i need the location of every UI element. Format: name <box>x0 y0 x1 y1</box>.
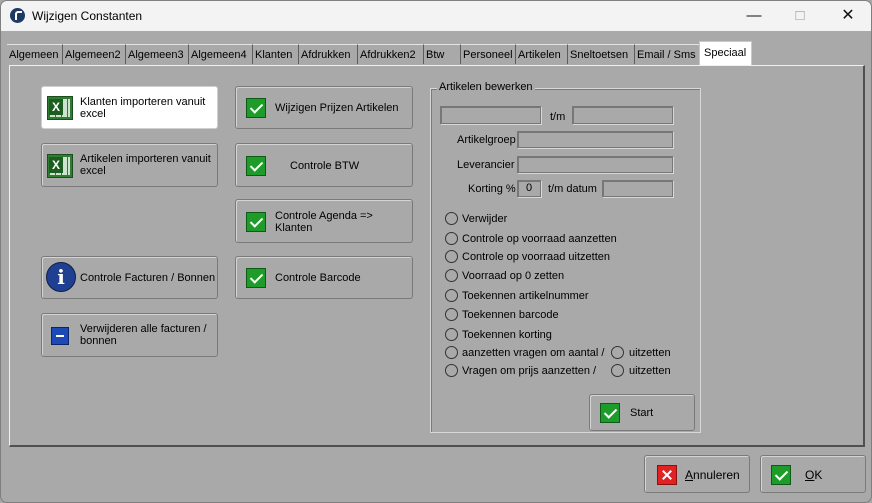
start-button[interactable]: Start <box>589 394 695 431</box>
minus-icon <box>51 327 69 345</box>
range-label: t/m <box>550 111 566 123</box>
tab-btw[interactable]: Btw <box>424 44 461 64</box>
radio-ask-price-on[interactable] <box>445 364 458 377</box>
radio-assign-discount-label: Toekennen korting <box>462 329 552 341</box>
radio-ask-quantity-on[interactable] <box>445 346 458 359</box>
check-barcode-label: Controle Barcode <box>275 272 361 284</box>
radio-verwijder-label: Verwijder <box>462 213 508 225</box>
tab-sneltoetsen[interactable]: Sneltoetsen <box>568 44 635 64</box>
check-invoices-button[interactable]: i Controle Facturen / Bonnen <box>41 256 218 299</box>
radio-assign-article-number-label: Toekennen artikelnummer <box>462 290 589 302</box>
minimize-button[interactable]: — <box>731 1 777 31</box>
tab-speciaal[interactable]: Speciaal <box>699 41 752 66</box>
tab-algemeen3[interactable]: Algemeen3 <box>126 44 189 64</box>
tab-algemeen4[interactable]: Algemeen4 <box>189 44 253 64</box>
check-icon <box>246 268 266 288</box>
check-icon <box>600 403 620 423</box>
tab-personeel[interactable]: Personeel <box>461 44 516 64</box>
radio-ask-quantity-off[interactable] <box>611 346 624 359</box>
radio-stock-zero[interactable] <box>445 269 458 282</box>
tab-afdrukken[interactable]: Afdrukken <box>299 44 358 64</box>
delete-invoices-label: Verwijderen alle facturen / bonnen <box>80 323 207 347</box>
ok-label-rest: K <box>814 468 823 482</box>
article-group-label: Artikelgroep <box>457 134 516 146</box>
radio-stock-check-on[interactable] <box>445 232 458 245</box>
import-customers-button[interactable]: Klanten importeren vanuit excel <box>41 86 218 129</box>
check-barcode-button[interactable]: Controle Barcode <box>235 256 413 299</box>
articles-group-title: Artikelen bewerken <box>437 81 535 93</box>
discount-label: Korting % <box>468 183 516 195</box>
check-icon <box>246 156 266 176</box>
excel-icon <box>47 96 73 120</box>
delete-invoices-button[interactable]: Verwijderen alle facturen / bonnen <box>41 313 218 357</box>
radio-assign-article-number[interactable] <box>445 289 458 302</box>
radio-assign-barcode-label: Toekennen barcode <box>462 309 559 321</box>
radio-assign-discount[interactable] <box>445 328 458 341</box>
tab-afdrukken2[interactable]: Afdrukken2 <box>358 44 424 64</box>
dialog-window: Wijzigen Constanten — □ ✕ Algemeen Algem… <box>0 0 872 503</box>
maximize-button[interactable]: □ <box>777 1 823 31</box>
check-invoices-label: Controle Facturen / Bonnen <box>80 272 216 284</box>
change-prices-label: Wijzigen Prijzen Artikelen <box>275 102 399 114</box>
cancel-button-label: Annuleren <box>685 469 740 481</box>
check-vat-button[interactable]: Controle BTW <box>235 143 413 187</box>
info-icon: i <box>46 262 76 292</box>
tab-algemeen[interactable]: Algemeen <box>7 44 63 64</box>
check-icon <box>246 212 266 232</box>
supplier-input[interactable] <box>517 156 673 173</box>
radio-ask-price-off-label: uitzetten <box>629 365 671 377</box>
import-customers-label: Klanten importeren vanuit excel <box>80 96 206 120</box>
radio-ask-price-on-label: Vragen om prijs aanzetten / <box>462 365 597 377</box>
close-button[interactable]: ✕ <box>825 1 871 31</box>
article-to-input[interactable] <box>572 106 673 124</box>
tab-klanten[interactable]: Klanten <box>253 44 299 64</box>
tab-email-sms[interactable]: Email / Sms <box>635 44 701 64</box>
discount-input[interactable]: 0 <box>517 180 541 197</box>
window-title: Wijzigen Constanten <box>32 9 143 23</box>
change-prices-button[interactable]: Wijzigen Prijzen Artikelen <box>235 86 413 129</box>
radio-stock-check-off[interactable] <box>445 250 458 263</box>
cancel-button[interactable]: Annuleren <box>644 455 750 493</box>
radio-stock-check-off-label: Controle op voorraad uitzetten <box>462 251 610 263</box>
ok-hotkey: O <box>805 468 815 482</box>
ok-button[interactable]: OK <box>760 455 866 493</box>
until-date-label: t/m datum <box>548 183 597 195</box>
until-date-input[interactable] <box>602 180 673 197</box>
supplier-label: Leverancier <box>457 159 515 171</box>
ok-button-label: OK <box>805 469 822 481</box>
article-from-input[interactable] <box>440 106 541 124</box>
start-button-label: Start <box>630 407 654 419</box>
check-agenda-button[interactable]: Controle Agenda => Klanten <box>235 199 413 243</box>
check-agenda-label: Controle Agenda => Klanten <box>275 210 373 234</box>
radio-verwijder[interactable] <box>445 212 458 225</box>
check-icon <box>771 465 791 485</box>
article-group-input[interactable] <box>517 131 673 148</box>
app-logo-icon <box>10 8 25 23</box>
radio-ask-quantity-off-label: uitzetten <box>629 347 671 359</box>
tab-artikelen[interactable]: Artikelen <box>516 44 568 64</box>
cancel-icon <box>657 465 677 485</box>
radio-ask-price-off[interactable] <box>611 364 624 377</box>
radio-ask-quantity-on-label: aanzetten vragen om aantal / <box>462 347 605 359</box>
radio-stock-zero-label: Voorraad op 0 zetten <box>462 270 565 282</box>
radio-stock-check-on-label: Controle op voorraad aanzetten <box>462 233 617 245</box>
check-icon <box>246 98 266 118</box>
cancel-label-rest: nnuleren <box>693 468 740 482</box>
import-articles-button[interactable]: Artikelen importeren vanuit excel <box>41 143 218 187</box>
check-vat-label: Controle BTW <box>290 160 360 172</box>
radio-assign-barcode[interactable] <box>445 308 458 321</box>
title-bar: Wijzigen Constanten — □ ✕ <box>1 1 871 31</box>
import-articles-label: Artikelen importeren vanuit excel <box>80 153 211 177</box>
excel-icon <box>47 154 73 178</box>
cancel-hotkey: A <box>685 468 694 482</box>
tab-algemeen2[interactable]: Algemeen2 <box>63 44 126 64</box>
